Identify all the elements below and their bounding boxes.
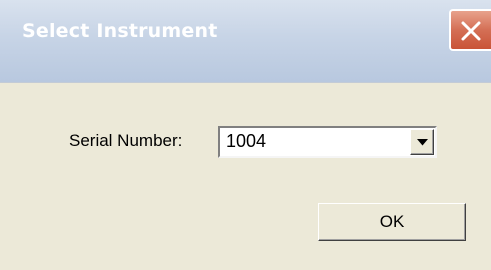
dialog-body: Serial Number: 1004 OK [0,83,491,270]
serial-number-label: Serial Number: [69,131,183,150]
title-bar[interactable]: Select Instrument [0,0,491,83]
dialog-title: Select Instrument [22,20,218,42]
dropdown-button[interactable] [410,129,434,155]
serial-number-value: 1004 [226,131,267,151]
close-button[interactable] [449,9,491,51]
select-instrument-dialog: Select Instrument Serial Number: 1004 OK [0,0,491,270]
ok-button[interactable]: OK [318,203,466,241]
serial-number-select[interactable]: 1004 [218,126,437,158]
